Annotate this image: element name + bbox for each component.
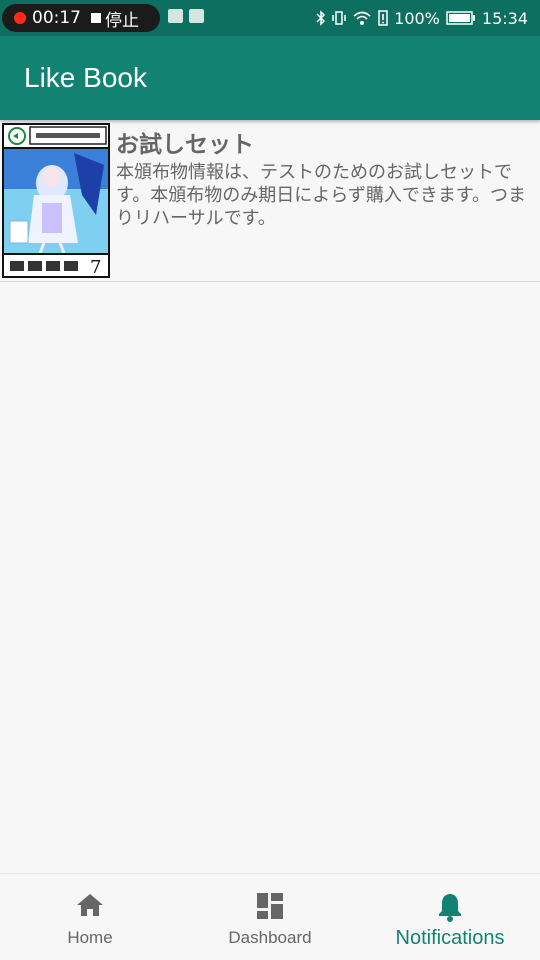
vibrate-icon (332, 11, 346, 25)
youtube-icon (189, 9, 204, 23)
book-cover-image: 7 (2, 123, 110, 278)
bottom-navigation: Home Dashboard Notifications (0, 873, 540, 960)
app-bar: Like Book (0, 36, 540, 120)
nav-home-label: Home (67, 928, 113, 947)
item-title: お試しセット (116, 132, 254, 158)
notification-icons (168, 9, 204, 23)
battery-percent: 100% (394, 8, 440, 28)
nav-dashboard-label: Dashboard (228, 928, 312, 947)
gmail-icon (168, 9, 183, 23)
app-title: Like Book (24, 62, 147, 93)
bluetooth-icon (316, 10, 326, 26)
wifi-icon (353, 11, 371, 25)
stop-record-button[interactable]: 停止 (105, 6, 139, 31)
home-icon (77, 894, 103, 916)
clock: 15:34 (481, 8, 528, 28)
list-item[interactable]: 7 お試しセット 本頒布物情報は、テストのためのお試しセットです。本頒布物のみ期… (0, 121, 540, 282)
nav-dashboard[interactable]: Dashboard (180, 874, 360, 960)
record-time: 00:17 (32, 8, 81, 28)
status-bar: 00:17 停止 100% 15:34 (0, 0, 540, 36)
status-right: 100% 15:34 (316, 0, 528, 36)
screen-record-pill[interactable]: 00:17 停止 (2, 4, 160, 32)
stop-icon (91, 13, 101, 23)
svg-text:7: 7 (90, 257, 101, 276)
bell-icon (439, 894, 461, 922)
nav-home[interactable]: Home (0, 874, 180, 960)
item-description: 本頒布物情報は、テストのためのお試しセットです。本頒布物のみ期日によらず購入でき… (116, 162, 527, 229)
nav-notifications[interactable]: Notifications (360, 874, 540, 960)
dashboard-icon (257, 893, 283, 919)
battery-icon (446, 11, 475, 25)
record-dot-icon (14, 12, 26, 24)
nav-notifications-label: Notifications (395, 927, 505, 949)
sim-alert-icon (378, 10, 388, 26)
